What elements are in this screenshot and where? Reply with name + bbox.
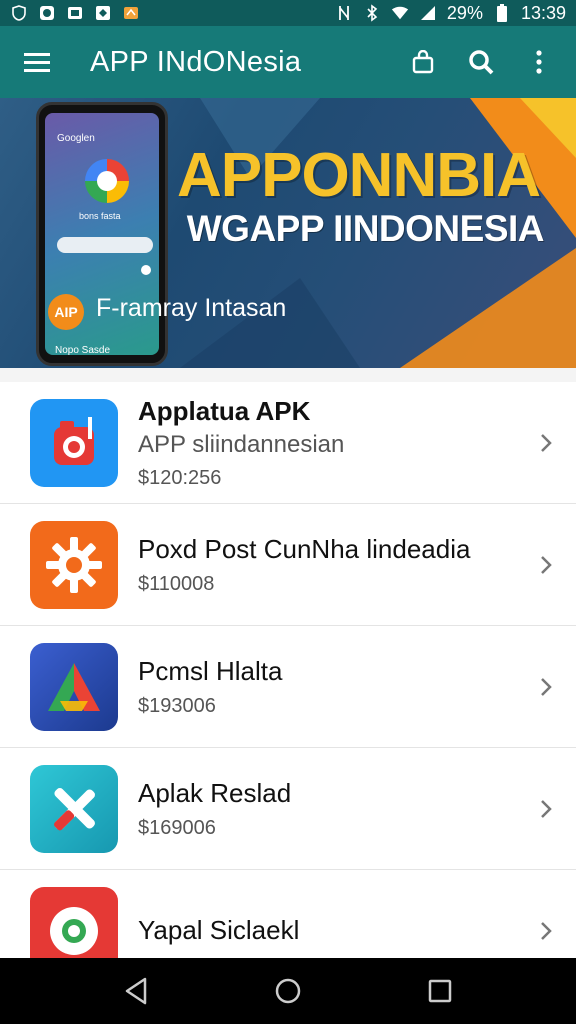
home-icon[interactable]: [268, 971, 308, 1011]
app-title: APP INdONesia: [90, 45, 302, 78]
phone-search-bar: [57, 237, 153, 253]
gear-icon: [30, 520, 118, 609]
item-text: Yapal Siclaekl: [138, 915, 299, 946]
whatsapp-icon: [38, 4, 56, 22]
battery-icon: [493, 4, 511, 22]
recents-icon[interactable]: [420, 971, 460, 1011]
image-icon: [66, 4, 84, 22]
item-text: Aplak Reslad $169006: [138, 778, 291, 840]
facebook-icon: [94, 4, 112, 22]
triangle-logo-icon: [30, 642, 118, 731]
more-vert-icon[interactable]: [522, 45, 556, 79]
wifi-icon: [391, 4, 409, 22]
app-title: Pcmsl Hlalta: [138, 655, 283, 686]
app-price: $193006: [138, 694, 216, 717]
banner-badge: AIP: [48, 294, 84, 330]
item-text: Pcmsl Hlalta $193006: [138, 656, 282, 718]
status-left-icons: [10, 4, 140, 22]
app-title: Yapal Siclaekl: [138, 915, 300, 945]
banner-subheadline: WGAPP IINDONESIA: [186, 208, 545, 249]
phone-logo-icon: [85, 159, 129, 203]
tools-icon: [30, 764, 118, 853]
app-title: Aplak Reslad: [138, 777, 292, 808]
app-title: Poxd Post CunNha lindeadia: [138, 533, 471, 564]
item-text: Applatua APK APP sliindannesian $120:256: [138, 396, 344, 490]
app-price: $120:256: [138, 466, 222, 489]
phone-subtext: bons fasta: [79, 211, 121, 221]
bag-icon: [122, 4, 140, 22]
chevron-right-icon: [536, 677, 556, 697]
chevron-right-icon: [536, 921, 556, 941]
list-item[interactable]: Pcmsl Hlalta $193006: [0, 626, 576, 748]
chevron-right-icon: [536, 555, 556, 575]
item-text: Poxd Post CunNha lindeadia $110008: [138, 534, 470, 596]
nfc-icon: [335, 4, 353, 22]
signal-icon: [419, 4, 437, 22]
app-bar-actions: [406, 45, 556, 79]
list-item[interactable]: Applatua APK APP sliindannesian $120:256: [0, 382, 576, 504]
camera-icon: [30, 398, 118, 487]
app-title: Applatua APK: [138, 395, 311, 426]
app-bar: APP INdONesia: [0, 26, 576, 98]
list-item[interactable]: Poxd Post CunNha lindeadia $110008: [0, 504, 576, 626]
back-icon[interactable]: [116, 971, 156, 1011]
app-price: $110008: [138, 572, 215, 595]
status-bar: 29% 13:39: [0, 0, 576, 26]
list-item[interactable]: Aplak Reslad $169006: [0, 748, 576, 870]
bluetooth-icon: [363, 4, 381, 22]
battery-percent: 29%: [446, 2, 483, 23]
shield-icon: [10, 4, 28, 22]
app-subtitle: APP sliindannesian: [138, 430, 345, 458]
phone-header: Googlen: [57, 133, 95, 144]
search-icon[interactable]: [464, 45, 498, 79]
promo-banner[interactable]: Googlen bons fasta Nopo Sasde APPONNBIA …: [0, 98, 576, 368]
phone-dot-icon: [141, 265, 151, 275]
banner-headline: APPONNBIA: [176, 141, 541, 210]
system-nav-bar: [0, 958, 576, 1024]
phone-footer: Nopo Sasde: [55, 345, 111, 355]
hamburger-icon[interactable]: [20, 45, 54, 79]
app-list: Applatua APK APP sliindannesian $120:256…: [0, 382, 576, 992]
section-divider: [0, 368, 576, 382]
status-right-icons: 29% 13:39: [335, 3, 566, 24]
app-price: $169006: [138, 816, 216, 839]
chevron-right-icon: [536, 799, 556, 819]
banner-tagline: F-ramray Intasan: [96, 294, 287, 322]
clock: 13:39: [520, 2, 566, 23]
chevron-right-icon: [536, 433, 556, 453]
shopping-bag-icon[interactable]: [406, 45, 440, 79]
